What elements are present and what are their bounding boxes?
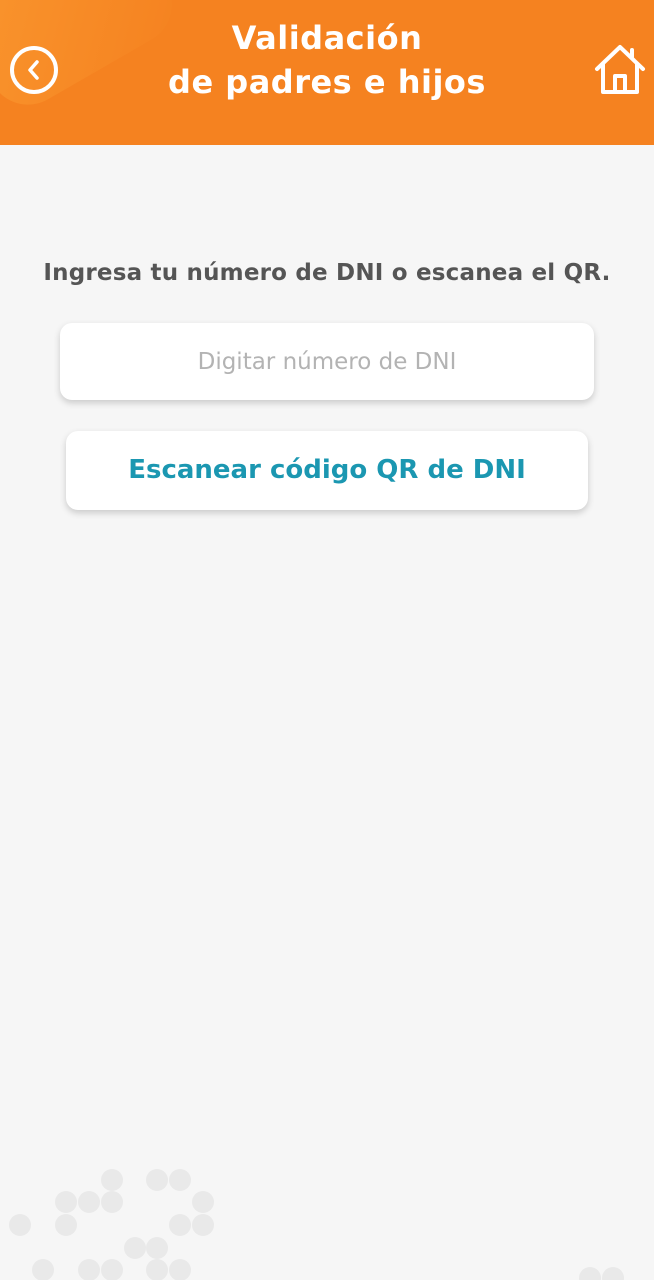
back-button[interactable] xyxy=(10,46,58,94)
page-title-line1: Validación xyxy=(231,19,423,57)
chevron-left-icon xyxy=(28,60,39,80)
dni-number-input[interactable] xyxy=(60,323,594,400)
decorative-dots xyxy=(9,1169,624,1280)
page-title-line2: de padres e hijos xyxy=(168,63,486,101)
instruction-text: Ingresa tu número de DNI o escanea el QR… xyxy=(43,260,611,286)
app-header: Validación de padres e hijos xyxy=(0,0,654,145)
page-title: Validación de padres e hijos xyxy=(120,16,534,104)
scan-qr-button[interactable]: Escanear código QR de DNI xyxy=(66,431,588,510)
home-icon xyxy=(595,45,645,94)
home-button[interactable] xyxy=(594,42,646,96)
